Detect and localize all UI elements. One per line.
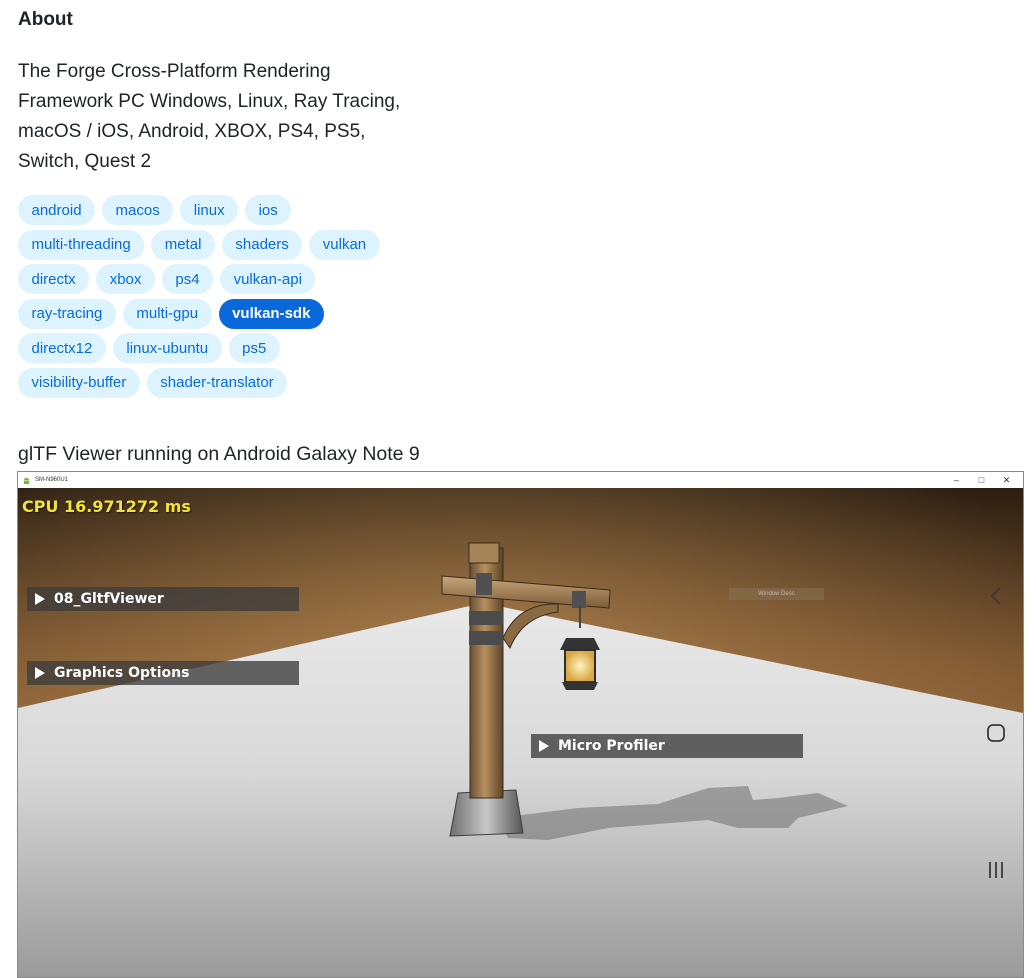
app-window: SM-N960U1 – □ ✕ CPU 16.971272 ms Window … [17, 471, 1024, 978]
topic-tag-vulkan-sdk[interactable]: vulkan-sdk [218, 298, 324, 329]
topic-tag-ps4[interactable]: ps4 [161, 264, 214, 294]
topic-tag-metal[interactable]: metal [151, 229, 215, 260]
topic-tag-visibility-buffer[interactable]: visibility-buffer [18, 367, 140, 398]
topic-row: directx12 linux-ubuntu ps5 [18, 333, 418, 363]
panel-label: Graphics Options [54, 665, 190, 681]
about-description: The Forge Cross-Platform Rendering Frame… [18, 61, 401, 172]
topic-tag-android[interactable]: android [18, 195, 96, 225]
recents-icon[interactable] [985, 859, 1007, 881]
window-titlebar: SM-N960U1 – □ ✕ [18, 472, 1023, 489]
home-icon[interactable] [985, 722, 1007, 744]
topic-list: android macos linux ios multi-threading metal… [18, 195, 418, 402]
topic-tag-vulkan[interactable]: vulkan [309, 229, 380, 260]
scene-render [18, 488, 1023, 977]
panel-micro-profiler[interactable]: Micro Profiler [531, 734, 803, 758]
back-icon[interactable] [985, 585, 1007, 607]
android-icon [23, 477, 30, 484]
close-button[interactable]: ✕ [994, 472, 1019, 488]
topic-row: visibility-buffer shader-translator [18, 367, 418, 398]
window-title: SM-N960U1 [35, 477, 69, 483]
topic-tag-directx[interactable]: directx [18, 264, 90, 294]
topic-tag-shaders[interactable]: shaders [221, 229, 303, 260]
topic-tag-linux-ubuntu[interactable]: linux-ubuntu [112, 333, 222, 363]
panel-label: Micro Profiler [558, 738, 665, 754]
topic-tag-directx12[interactable]: directx12 [18, 333, 106, 363]
topic-tag-ps5[interactable]: ps5 [228, 333, 280, 363]
minimize-button[interactable]: – [944, 472, 969, 488]
topic-tag-linux[interactable]: linux [180, 195, 239, 225]
maximize-button[interactable]: □ [969, 472, 994, 488]
topic-tag-macos[interactable]: macos [102, 195, 174, 225]
expand-arrow-icon [35, 593, 45, 605]
about-heading: About [18, 9, 73, 30]
panel-gltf-viewer[interactable]: 08_GltfViewer [27, 587, 299, 611]
expand-arrow-icon [35, 667, 45, 679]
topic-tag-vulkan-api[interactable]: vulkan-api [220, 264, 316, 294]
topic-row: directx xbox ps4 vulkan-api [18, 264, 418, 294]
topic-tag-multi-threading[interactable]: multi-threading [18, 229, 145, 260]
topic-row: android macos linux ios [18, 195, 418, 225]
cpu-timing-readout: CPU 16.971272 ms [22, 497, 191, 516]
panel-label: 08_GltfViewer [54, 591, 164, 607]
topic-row: multi-threading metal shaders vulkan [18, 229, 418, 260]
topic-tag-shader-translator[interactable]: shader-translator [146, 367, 288, 398]
faint-window-label: Window Desc [729, 588, 824, 600]
topic-tag-multi-gpu[interactable]: multi-gpu [122, 298, 212, 329]
expand-arrow-icon [539, 740, 549, 752]
topic-tag-xbox[interactable]: xbox [96, 264, 155, 294]
topic-tag-ray-tracing[interactable]: ray-tracing [18, 298, 116, 329]
topic-tag-ios[interactable]: ios [245, 195, 292, 225]
render-viewport[interactable]: CPU 16.971272 ms Window Desc 08_GltfView… [18, 488, 1023, 977]
topic-row: ray-tracing multi-gpu vulkan-sdk [18, 298, 418, 329]
panel-graphics-options[interactable]: Graphics Options [27, 661, 299, 685]
screenshot-caption: glTF Viewer running on Android Galaxy No… [18, 443, 420, 465]
